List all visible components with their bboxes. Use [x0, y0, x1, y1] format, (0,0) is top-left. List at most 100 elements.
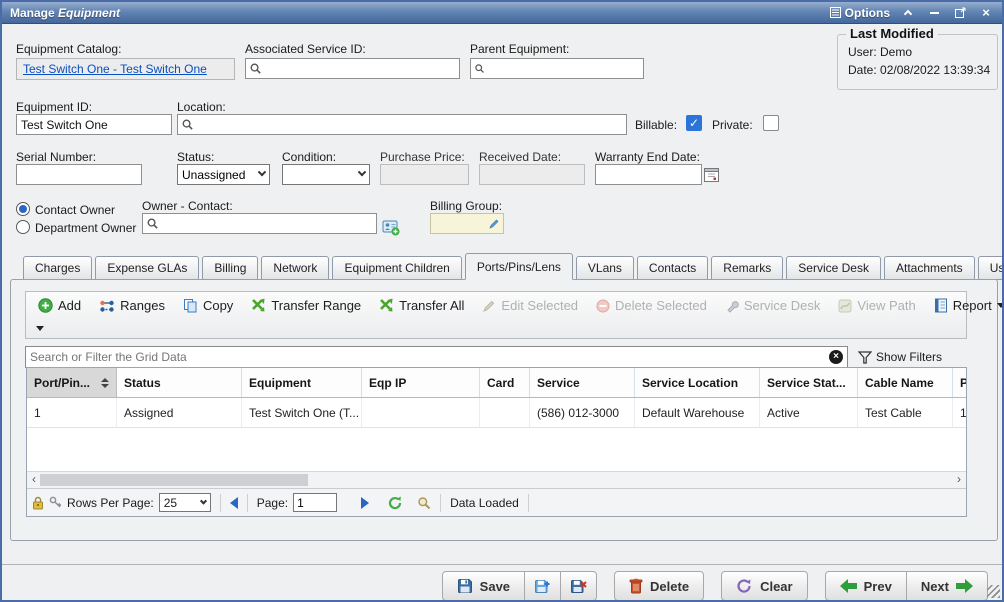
owner-contact-field	[142, 213, 377, 234]
scroll-left-arrow[interactable]: ‹	[27, 472, 41, 488]
column-header-service-status[interactable]: Service Stat...	[760, 368, 858, 397]
transfer-all-button[interactable]: Transfer All	[373, 296, 470, 315]
tab-expense-glas[interactable]: Expense GLAs	[95, 256, 199, 280]
save-button[interactable]: Save	[442, 571, 525, 601]
private-checkbox[interactable]	[763, 115, 779, 131]
lock-icon[interactable]	[32, 496, 44, 510]
edit-selected-button: Edit Selected	[476, 296, 584, 315]
serial-number-input[interactable]	[16, 164, 142, 185]
add-icon	[38, 298, 53, 313]
minimize-button[interactable]	[926, 6, 942, 20]
equipment-id-input[interactable]	[16, 114, 172, 135]
key-icon[interactable]	[49, 496, 62, 510]
chevron-down-icon	[200, 498, 207, 505]
ranges-button[interactable]: Ranges	[93, 296, 171, 315]
equipment-catalog-link[interactable]: Test Switch One - Test Switch One	[23, 62, 207, 76]
scrollbar-thumb[interactable]	[40, 474, 308, 486]
scroll-right-arrow[interactable]: ›	[952, 472, 966, 488]
received-date-label: Received Date:	[479, 150, 561, 164]
cell-card	[480, 398, 530, 427]
delete-button[interactable]: Delete	[614, 571, 704, 601]
pencil-icon[interactable]	[488, 218, 500, 230]
refresh-icon[interactable]	[387, 495, 403, 511]
cell-port-pin: 1	[27, 398, 117, 427]
add-button[interactable]: Add	[32, 296, 87, 315]
search-icon	[146, 217, 159, 230]
column-header-service-location[interactable]: Service Location	[635, 368, 760, 397]
column-header-card[interactable]: Card	[480, 368, 530, 397]
report-button[interactable]: Report	[928, 296, 1004, 315]
column-label: P	[960, 376, 966, 390]
tab-user-defined-fields[interactable]: User Defined Fields	[978, 256, 1004, 280]
tab-network[interactable]: Network	[261, 256, 329, 280]
pager-separator	[528, 494, 529, 512]
tab-remarks[interactable]: Remarks	[711, 256, 783, 280]
clear-button[interactable]: Clear	[721, 571, 808, 601]
grid-empty-area	[27, 428, 966, 471]
associated-service-id-input[interactable]	[262, 60, 456, 77]
column-header-eqp-ip[interactable]: Eqp IP	[362, 368, 480, 397]
next-button[interactable]: Next	[907, 571, 988, 601]
grid-search-input[interactable]	[30, 350, 829, 364]
page-input[interactable]	[293, 493, 337, 512]
contact-owner-radio[interactable]	[16, 202, 30, 216]
location-input[interactable]	[194, 116, 623, 133]
close-button[interactable]: ×	[978, 6, 994, 20]
status-select[interactable]: Unassigned	[177, 164, 270, 185]
tab-vlans[interactable]: VLans	[576, 256, 634, 280]
next-page-button[interactable]	[361, 497, 369, 509]
tab-equipment-children[interactable]: Equipment Children	[332, 256, 461, 280]
column-header-p[interactable]: P	[953, 368, 966, 397]
popout-button[interactable]	[952, 6, 968, 20]
billable-checkbox[interactable]: ✓	[686, 115, 702, 131]
tab-contacts[interactable]: Contacts	[637, 256, 708, 280]
show-filters-button[interactable]: Show Filters	[858, 350, 942, 364]
tab-charges[interactable]: Charges	[23, 256, 92, 280]
parent-equipment-input[interactable]	[485, 60, 640, 77]
previous-page-button[interactable]	[230, 497, 238, 509]
rows-per-page-select[interactable]: 25	[159, 493, 211, 512]
delete-selected-icon	[596, 299, 610, 313]
column-header-cable-name[interactable]: Cable Name	[858, 368, 953, 397]
magnifier-icon[interactable]	[417, 496, 431, 510]
column-header-equipment[interactable]: Equipment	[242, 368, 362, 397]
owner-contact-input[interactable]	[159, 215, 373, 232]
clear-search-button[interactable]: ×	[829, 350, 843, 364]
save-and-new-button[interactable]	[525, 571, 561, 601]
billing-group-label: Billing Group:	[430, 199, 502, 213]
column-header-port-pin[interactable]: Port/Pin...	[27, 368, 117, 397]
resize-grip[interactable]	[987, 585, 1000, 598]
clear-label: Clear	[760, 579, 793, 594]
prev-next-group: Prev Next	[825, 571, 988, 601]
prev-button[interactable]: Prev	[825, 571, 907, 601]
department-owner-radio[interactable]	[16, 220, 30, 234]
tab-service-desk[interactable]: Service Desk	[786, 256, 881, 280]
private-label: Private:	[712, 118, 753, 132]
edit-selected-label: Edit Selected	[501, 298, 578, 313]
prev-label: Prev	[864, 579, 892, 594]
last-modified-date: Date: 02/08/2022 13:39:34	[848, 63, 997, 77]
grid-row[interactable]: 1 Assigned Test Switch One (T... (586) 0…	[27, 398, 966, 428]
tab-billing[interactable]: Billing	[202, 256, 258, 280]
contact-owner-label: Contact Owner	[35, 203, 115, 217]
calendar-button[interactable]	[703, 165, 720, 183]
add-contact-button[interactable]	[381, 217, 401, 237]
delete-selected-button: Delete Selected	[590, 296, 713, 315]
copy-button[interactable]: Copy	[177, 296, 239, 315]
check-icon: ✓	[689, 116, 699, 130]
warranty-end-date-label: Warranty End Date:	[595, 150, 700, 164]
last-modified-group: Last Modified User: Demo Date: 02/08/202…	[837, 34, 998, 90]
column-label: Equipment	[249, 376, 311, 390]
horizontal-scrollbar[interactable]: ‹ ›	[27, 471, 966, 488]
column-header-status[interactable]: Status	[117, 368, 242, 397]
warranty-end-date-input[interactable]	[595, 164, 702, 185]
transfer-range-button[interactable]: Transfer Range	[245, 296, 367, 315]
options-button[interactable]: Options	[830, 6, 890, 20]
collapse-button[interactable]	[900, 6, 916, 20]
save-and-close-button[interactable]	[561, 571, 597, 601]
tab-attachments[interactable]: Attachments	[884, 256, 975, 280]
tab-ports-pins-lens[interactable]: Ports/Pins/Lens	[465, 253, 573, 280]
toolbar-overflow-button[interactable]	[36, 326, 44, 331]
condition-select[interactable]	[282, 164, 370, 185]
column-header-service[interactable]: Service	[530, 368, 635, 397]
